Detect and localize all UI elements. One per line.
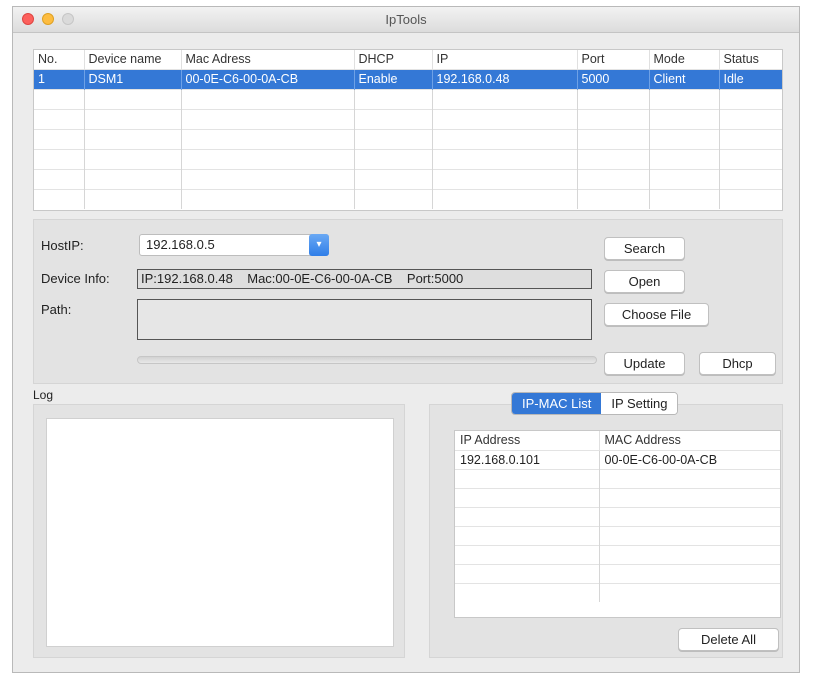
tab-bar: IP-MAC List IP Setting bbox=[511, 392, 679, 415]
table-row-empty[interactable] bbox=[455, 582, 780, 602]
column-header[interactable]: No. bbox=[34, 50, 85, 69]
path-field[interactable] bbox=[137, 299, 592, 340]
cell-ip-address: 192.168.0.101 bbox=[455, 449, 600, 469]
table-row-empty[interactable] bbox=[34, 88, 782, 109]
log-label: Log bbox=[33, 388, 54, 402]
cell-dhcp: Enable bbox=[354, 68, 433, 89]
cell-device-name: DSM1 bbox=[84, 68, 182, 89]
table-row[interactable]: 1 DSM1 00-0E-C6-00-0A-CB Enable 192.168.… bbox=[34, 68, 782, 89]
chevron-down-icon[interactable]: ▾ bbox=[309, 234, 329, 256]
tab-ip-mac-list[interactable]: IP-MAC List bbox=[512, 393, 602, 414]
iptools-window: IpTools No. Device name Mac Adress DHCP … bbox=[12, 6, 800, 673]
table-row-empty[interactable] bbox=[34, 168, 782, 189]
table-row-empty[interactable] bbox=[34, 148, 782, 169]
dhcp-button[interactable]: Dhcp bbox=[699, 352, 776, 375]
table-row-empty[interactable] bbox=[34, 108, 782, 129]
column-header[interactable]: Device name bbox=[84, 50, 182, 69]
ip-mac-table[interactable]: IP Address MAC Address 192.168.0.101 00-… bbox=[454, 430, 781, 618]
path-label: Path: bbox=[41, 302, 72, 317]
table-row-empty[interactable] bbox=[455, 487, 780, 507]
column-header[interactable]: Port bbox=[577, 50, 650, 69]
search-button[interactable]: Search bbox=[604, 237, 685, 260]
open-button[interactable]: Open bbox=[604, 270, 685, 293]
title-bar: IpTools bbox=[13, 7, 799, 33]
column-header[interactable]: MAC Address bbox=[599, 431, 780, 450]
table-row-empty[interactable] bbox=[455, 506, 780, 526]
table-row-empty[interactable] bbox=[34, 188, 782, 209]
ip-mac-table-header: IP Address MAC Address bbox=[455, 431, 780, 450]
host-panel: HostIP: 192.168.0.5 ▾ Search Device Info… bbox=[33, 219, 783, 384]
cell-mode: Client bbox=[649, 68, 720, 89]
table-row-empty[interactable] bbox=[455, 525, 780, 545]
table-row-empty[interactable] bbox=[455, 544, 780, 564]
log-panel bbox=[33, 404, 405, 658]
device-info-value: IP:192.168.0.48 Mac:00-0E-C6-00-0A-CB Po… bbox=[141, 271, 464, 286]
tab-ip-setting[interactable]: IP Setting bbox=[601, 393, 678, 414]
choose-file-button[interactable]: Choose File bbox=[604, 303, 709, 326]
host-ip-combobox[interactable]: 192.168.0.5 ▾ bbox=[139, 234, 329, 256]
ip-mac-panel: IP-MAC List IP Setting IP Address MAC Ad… bbox=[429, 392, 783, 658]
table-row-empty[interactable] bbox=[455, 468, 780, 488]
device-info-field: IP:192.168.0.48 Mac:00-0E-C6-00-0A-CB Po… bbox=[137, 269, 592, 289]
column-header[interactable]: IP Address bbox=[455, 431, 600, 450]
table-row-empty[interactable] bbox=[455, 563, 780, 583]
device-table[interactable]: No. Device name Mac Adress DHCP IP Port … bbox=[33, 49, 783, 211]
upload-progress-bar bbox=[137, 356, 597, 364]
cell-no: 1 bbox=[34, 68, 85, 89]
table-row[interactable]: 192.168.0.101 00-0E-C6-00-0A-CB bbox=[455, 449, 780, 469]
cell-ip: 192.168.0.48 bbox=[432, 68, 578, 89]
device-info-label: Device Info: bbox=[41, 271, 110, 286]
cell-mac: 00-0E-C6-00-0A-CB bbox=[181, 68, 355, 89]
cell-mac-address: 00-0E-C6-00-0A-CB bbox=[599, 449, 780, 469]
table-row-empty[interactable] bbox=[34, 128, 782, 149]
column-header[interactable]: Status bbox=[719, 50, 782, 69]
update-button[interactable]: Update bbox=[604, 352, 685, 375]
log-textarea[interactable] bbox=[46, 418, 394, 647]
column-header[interactable]: Mode bbox=[649, 50, 720, 69]
cell-status: Idle bbox=[719, 68, 782, 89]
host-ip-label: HostIP: bbox=[41, 238, 84, 253]
host-ip-value: 192.168.0.5 bbox=[146, 237, 215, 252]
delete-all-button[interactable]: Delete All bbox=[678, 628, 779, 651]
column-header[interactable]: Mac Adress bbox=[181, 50, 355, 69]
cell-port: 5000 bbox=[577, 68, 650, 89]
window-title: IpTools bbox=[385, 12, 427, 27]
column-header[interactable]: DHCP bbox=[354, 50, 433, 69]
device-table-header: No. Device name Mac Adress DHCP IP Port … bbox=[34, 50, 782, 69]
column-header[interactable]: IP bbox=[432, 50, 578, 69]
